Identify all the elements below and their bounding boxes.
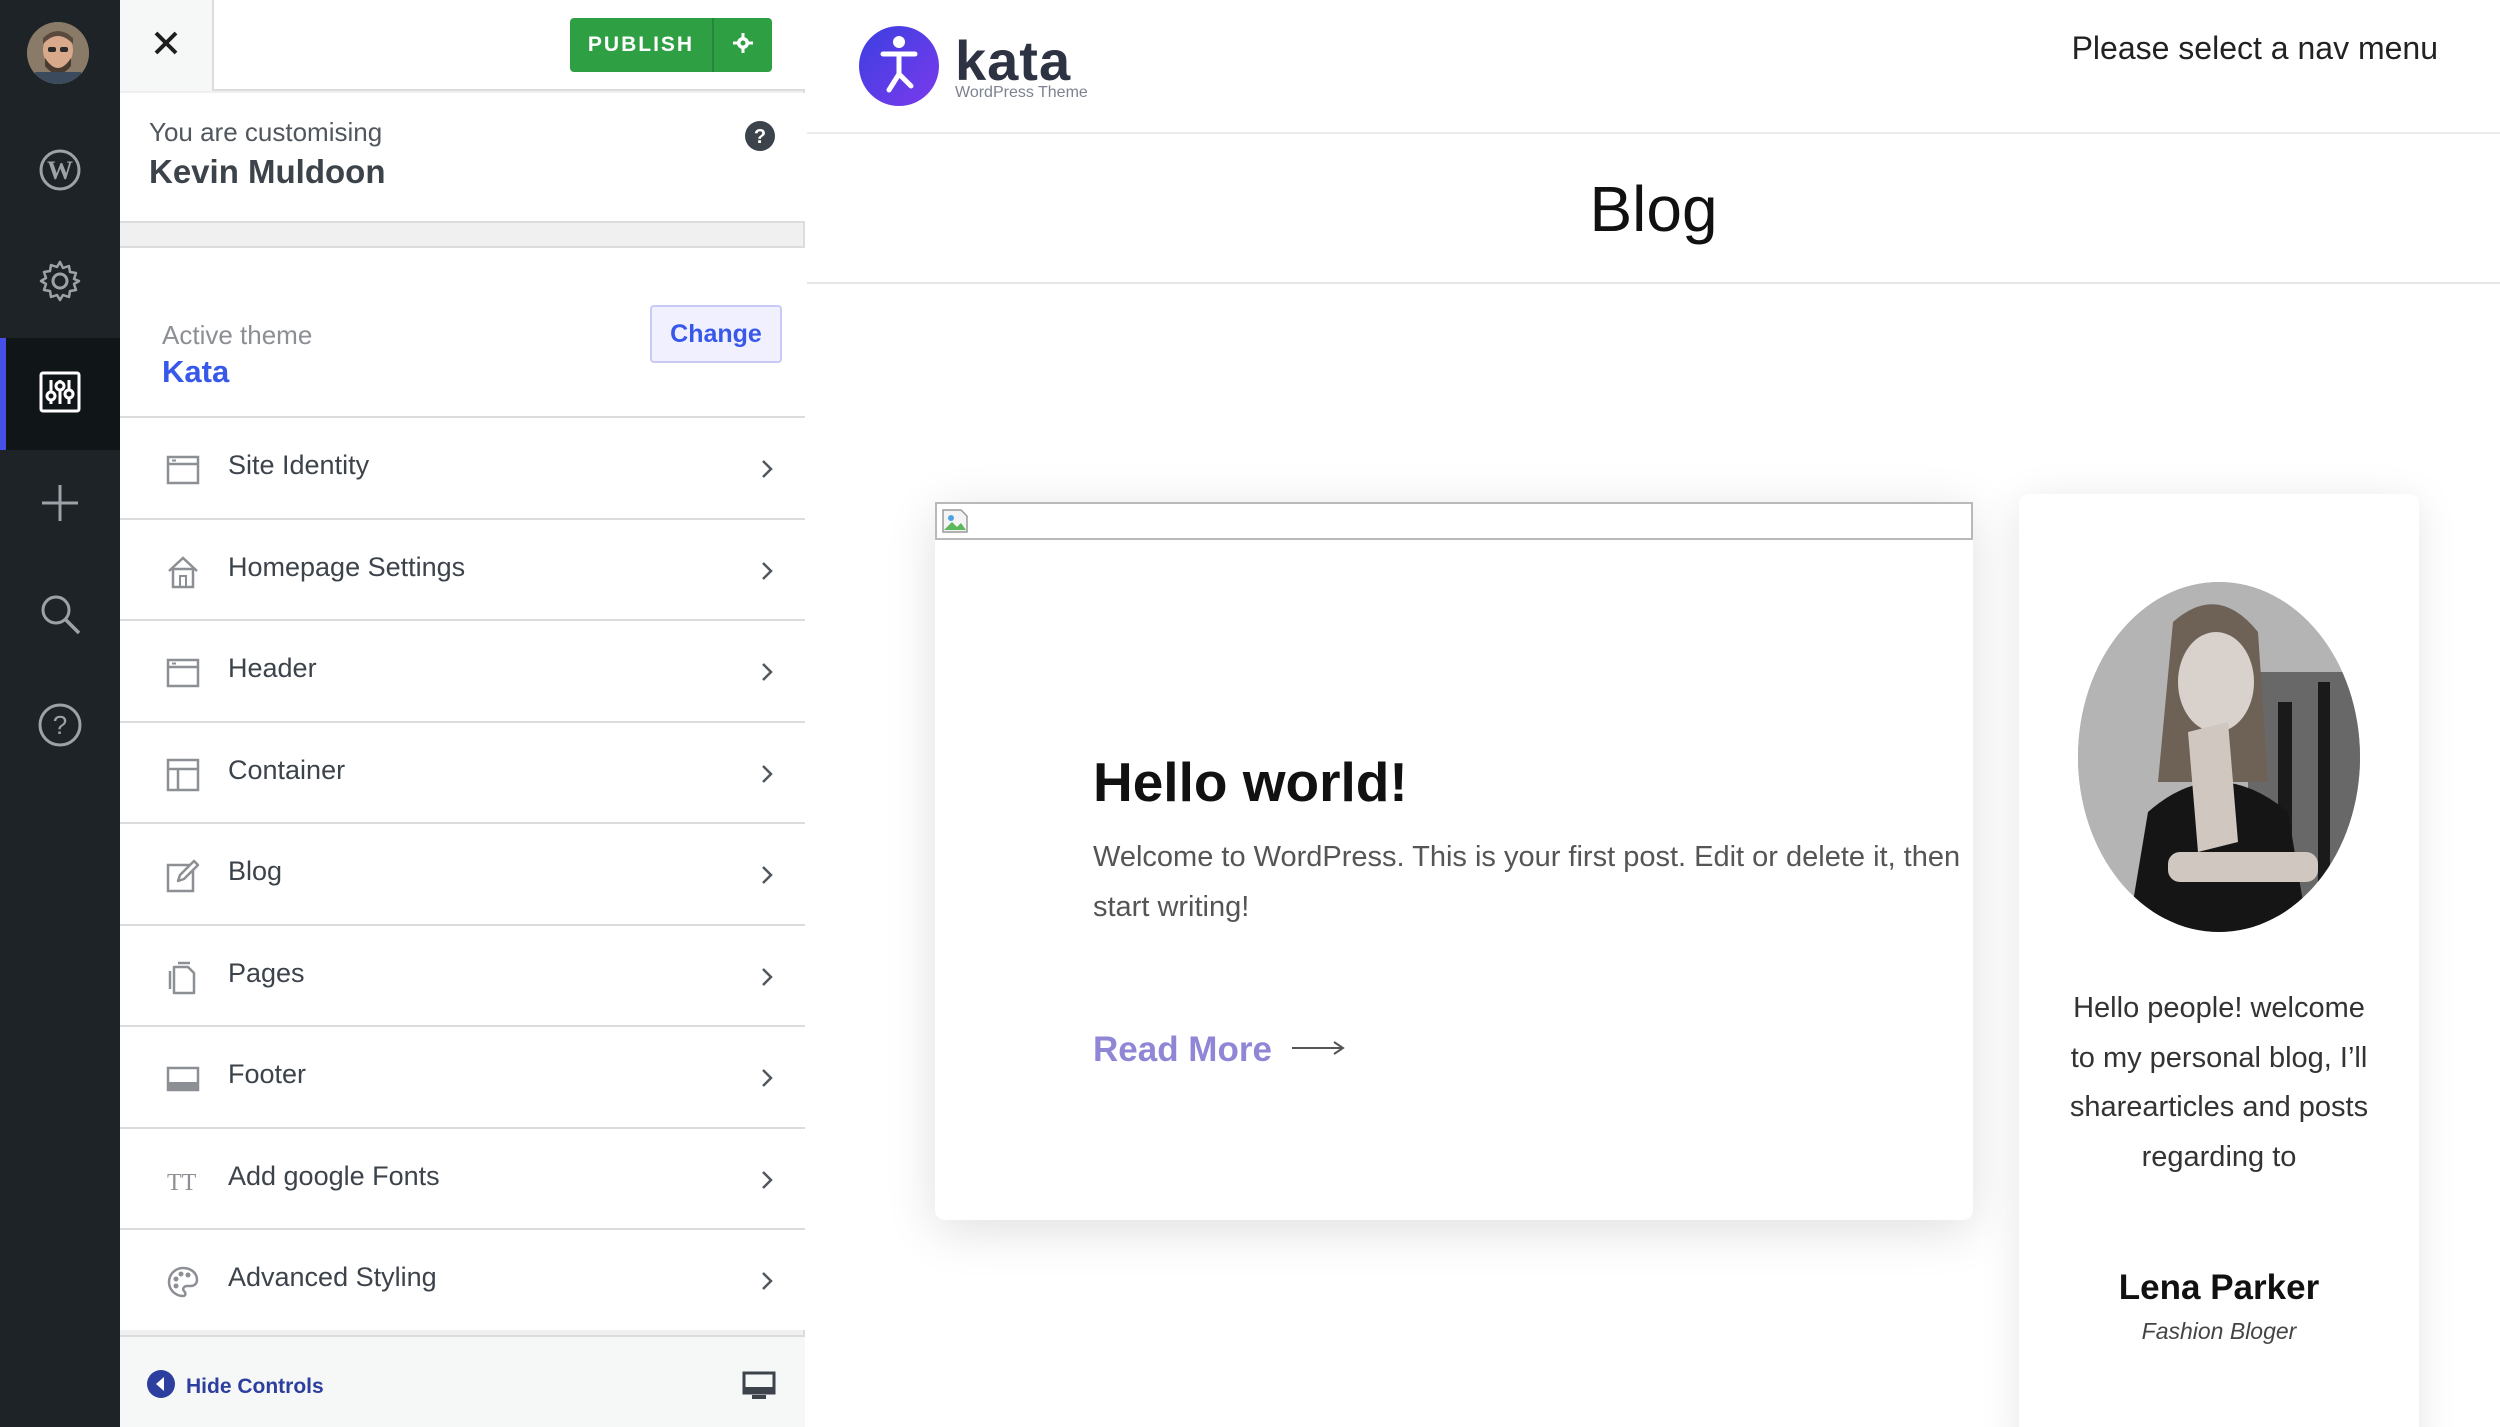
publish-group: PUBLISH xyxy=(570,18,772,72)
chevron-right-icon xyxy=(760,560,774,587)
avatar[interactable] xyxy=(27,22,89,84)
chevron-right-icon xyxy=(760,661,774,688)
help-button[interactable]: ? xyxy=(0,671,120,783)
add-button[interactable] xyxy=(0,449,120,561)
customizer-topbar: PUBLISH xyxy=(120,0,805,91)
site-logo[interactable]: kata WordPress Theme xyxy=(857,24,1088,113)
search-button[interactable] xyxy=(0,560,120,672)
search-icon xyxy=(38,592,82,641)
section-google-fonts[interactable]: TT Add google Fonts xyxy=(120,1126,805,1228)
customising-label: You are customising xyxy=(149,117,383,147)
read-more-label: Read More xyxy=(1093,1030,1272,1069)
section-label: Site Identity xyxy=(228,450,370,480)
page-title-bar: Blog xyxy=(807,136,2500,284)
post-card: Hello world! Welcome to WordPress. This … xyxy=(935,502,1973,1220)
gear-icon xyxy=(733,32,753,58)
author-bio: Hello people! welcome to my personal blo… xyxy=(2069,992,2369,1173)
site-identity-icon xyxy=(166,453,200,487)
post-title[interactable]: Hello world! xyxy=(1093,750,1408,814)
help-icon: ? xyxy=(37,702,83,753)
chevron-right-icon xyxy=(760,458,774,485)
section-label: Container xyxy=(228,754,346,785)
svg-text:W: W xyxy=(47,156,73,185)
change-theme-button[interactable]: Change xyxy=(650,305,782,363)
settings-button[interactable] xyxy=(0,227,120,339)
section-footer[interactable]: Footer xyxy=(120,1025,805,1127)
chevron-right-icon xyxy=(760,1169,774,1196)
fonts-icon: TT xyxy=(166,1164,200,1198)
arrow-right-icon xyxy=(1290,1038,1346,1063)
section-header[interactable]: Header xyxy=(120,619,805,721)
hide-controls-button[interactable]: Hide Controls xyxy=(146,1369,324,1404)
section-homepage-settings[interactable]: Homepage Settings xyxy=(120,517,805,619)
section-label: Advanced Styling xyxy=(228,1262,437,1292)
logo-mark-icon xyxy=(857,24,941,113)
svg-text:?: ? xyxy=(754,126,766,148)
arrow-left-icon xyxy=(146,1369,176,1404)
section-label: Add google Fonts xyxy=(228,1160,440,1191)
section-label: Header xyxy=(228,653,317,683)
wordpress-icon: W xyxy=(38,148,82,197)
chevron-right-icon xyxy=(760,1270,774,1297)
author-widget: Hello people! welcome to my personal blo… xyxy=(2019,494,2419,1427)
wordpress-button[interactable]: W xyxy=(0,116,120,228)
edit-icon xyxy=(166,859,200,893)
site-name: Kevin Muldoon xyxy=(149,153,386,190)
desktop-preview-icon[interactable] xyxy=(742,1371,776,1406)
chevron-right-icon xyxy=(760,763,774,790)
section-label: Blog xyxy=(228,856,283,886)
site-header: kata WordPress Theme Please select a nav… xyxy=(807,0,2500,134)
nav-menu-placeholder: Please select a nav menu xyxy=(2071,30,2438,66)
hide-controls-label: Hide Controls xyxy=(186,1374,324,1398)
plus-icon xyxy=(38,481,82,530)
customizer-sections: Site Identity Homepage Settings Header C… xyxy=(120,416,805,1330)
broken-image-icon xyxy=(941,508,969,534)
header-icon xyxy=(166,656,200,690)
admin-rail: W ? xyxy=(0,0,120,1427)
section-site-identity[interactable]: Site Identity xyxy=(120,416,805,518)
section-label: Homepage Settings xyxy=(228,551,466,582)
author-photo xyxy=(2078,582,2360,932)
page-title: Blog xyxy=(1589,173,1718,245)
active-theme-label: Active theme xyxy=(162,320,313,350)
footer-icon xyxy=(166,1062,200,1096)
read-more-link[interactable]: Read More xyxy=(1093,1030,1346,1070)
container-icon xyxy=(166,758,200,792)
section-advanced-styling[interactable]: Advanced Styling xyxy=(120,1228,805,1330)
author-role: Fashion Bloger xyxy=(2141,1318,2297,1344)
section-pages[interactable]: Pages xyxy=(120,923,805,1025)
svg-text:?: ? xyxy=(53,710,67,740)
logo-tagline: WordPress Theme xyxy=(955,83,1088,101)
pages-icon xyxy=(166,961,200,995)
customizer-footer: Hide Controls xyxy=(120,1335,805,1427)
chevron-right-icon xyxy=(760,1067,774,1094)
section-label: Footer xyxy=(228,1059,307,1089)
palette-icon xyxy=(166,1265,200,1299)
active-theme-box: Active theme Kata Change xyxy=(120,246,805,416)
section-label: Pages xyxy=(228,957,305,988)
active-theme-name: Kata xyxy=(162,354,230,389)
post-featured-image[interactable] xyxy=(935,502,1973,540)
author-name: Lena Parker xyxy=(2118,1268,2320,1307)
home-icon xyxy=(166,555,200,589)
chevron-right-icon xyxy=(760,864,774,891)
gear-icon xyxy=(38,259,82,308)
customizer-button[interactable] xyxy=(0,338,120,450)
customising-info: You are customising Kevin Muldoon ? xyxy=(120,93,805,223)
post-excerpt: Welcome to WordPress. This is your first… xyxy=(1093,841,1961,923)
chevron-right-icon xyxy=(760,966,774,993)
publish-settings-button[interactable] xyxy=(714,18,772,72)
close-customizer-button[interactable] xyxy=(120,0,214,91)
svg-text:TT: TT xyxy=(167,1170,197,1196)
close-icon xyxy=(153,30,179,61)
section-container[interactable]: Container xyxy=(120,720,805,822)
customizer-icon xyxy=(38,370,82,419)
logo-name: kata xyxy=(955,28,1072,92)
help-icon[interactable]: ? xyxy=(744,120,776,157)
customizer-panel: PUBLISH You are customising Kevin Muldoo… xyxy=(120,0,805,1427)
publish-button[interactable]: PUBLISH xyxy=(570,18,714,72)
site-preview: kata WordPress Theme Please select a nav… xyxy=(807,0,2500,1427)
section-blog[interactable]: Blog xyxy=(120,822,805,924)
